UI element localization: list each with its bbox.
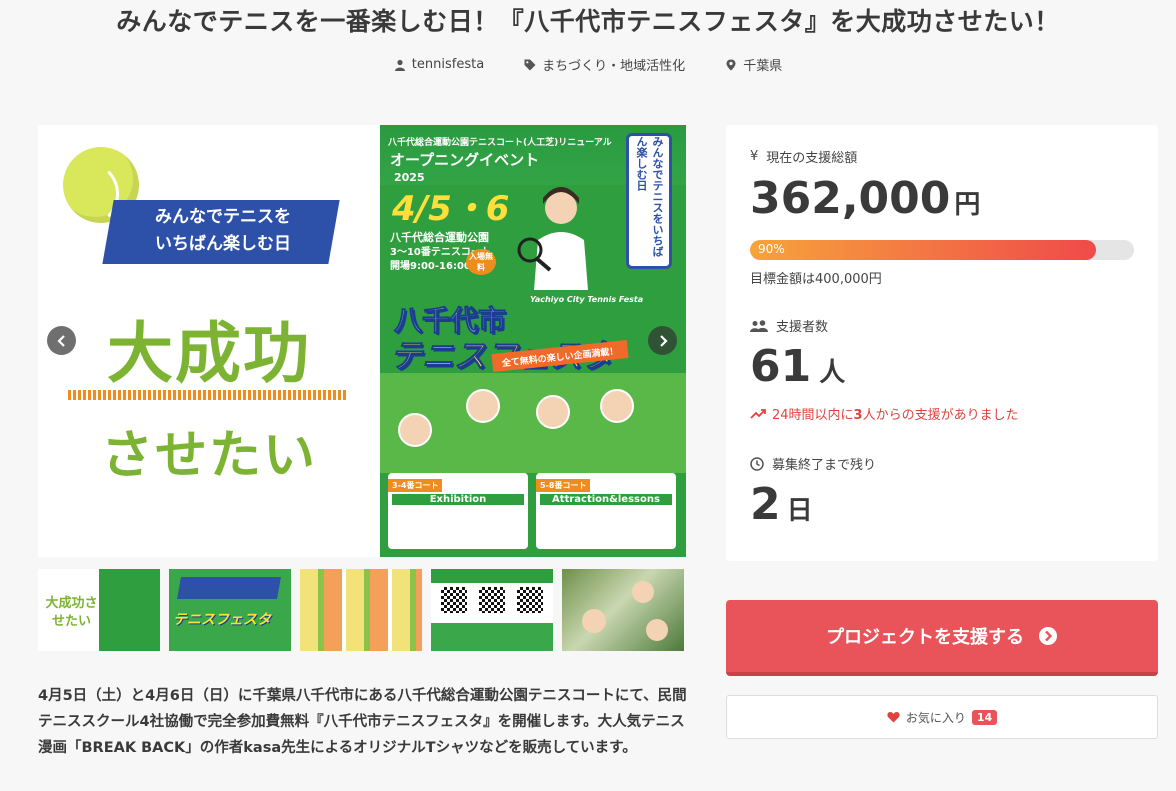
- category-link[interactable]: まちづくり・地域活性化: [524, 55, 685, 74]
- owner-name: tennisfesta: [411, 57, 485, 72]
- thumbnail-5[interactable]: [562, 569, 684, 651]
- supporters-row: 61 人: [750, 341, 845, 392]
- arrow-circle-right-icon: [1039, 627, 1057, 645]
- goal-text: 目標金額は400,000円: [750, 272, 882, 287]
- remaining-label: 募集終了まで残り: [772, 458, 877, 473]
- section-label-1: Exhibition: [392, 494, 524, 505]
- owner-link[interactable]: tennisfesta: [394, 55, 484, 74]
- project-description: 4月5日（土）と4月6日（日）に千葉県八千代市にある八千代総合運動公園テニスコー…: [38, 688, 687, 756]
- recent-suffix: 人からの支援がありました: [862, 408, 1019, 423]
- poster-city-en: Yachiyo City Tennis Festa: [530, 295, 644, 304]
- dotted-divider: [68, 390, 348, 400]
- funding-progress-bar: 90%: [750, 240, 1134, 260]
- chevron-right-icon: [659, 334, 668, 347]
- image-carousel[interactable]: みんなでテニスを いちばん楽しむ日 大成功 させたい 八千代総合運動公園テニスコ…: [38, 125, 686, 557]
- poster-event-name: オープニングイベント: [390, 151, 540, 169]
- entry-badge: 入場無料: [466, 249, 496, 275]
- poster-caption: 八千代総合運動公園テニスコート(人工芝)リニューアル: [388, 138, 612, 148]
- remaining-row: 2日: [750, 479, 813, 530]
- thumbnail-3[interactable]: [300, 569, 422, 651]
- thumbnail-1-text: 大成功させたい: [45, 596, 98, 629]
- favorite-label: お気に入り: [905, 710, 966, 725]
- location-name: 千葉県: [743, 59, 783, 74]
- thumbnail-2-text: テニスフェスタ: [173, 612, 271, 628]
- poster-vertical-banner: みんなでテニスをいちばん楽しむ日: [626, 133, 672, 269]
- users-icon: [750, 319, 768, 332]
- remaining-days: 2: [750, 479, 781, 530]
- user-icon: [394, 59, 405, 71]
- total-label: 現在の支援総額: [766, 151, 858, 166]
- poster-dates: 4/5・6: [392, 189, 510, 229]
- recent-count: 3: [853, 408, 863, 423]
- page-title: みんなでテニスを一番楽しむ日！『八千代市テニスフェスタ』を大成功させたい！: [116, 7, 1060, 36]
- location-link[interactable]: 千葉県: [725, 55, 782, 74]
- poster-section-attraction: 5-8番コート Attraction&lessons: [536, 473, 676, 549]
- total-unit: 円: [954, 190, 981, 220]
- stats-panel: ¥ 現在の支援総額 362,000 円 90% 目標金額は400,000円 支援者…: [726, 125, 1158, 561]
- thumbnail-strip: 大成功させたい テニスフェスタ: [38, 569, 684, 651]
- player-illustration: [516, 180, 606, 290]
- slide-heading-2: させたい: [100, 426, 317, 486]
- map-pin-icon: [726, 59, 736, 70]
- poster-people-area: [380, 373, 686, 473]
- supporters-label-row: 支援者数: [750, 316, 828, 335]
- banner-line1: みんなでテニスを: [155, 207, 291, 227]
- poster-hours: 開場9:00-16:00: [390, 261, 471, 272]
- thumbnail-2[interactable]: テニスフェスタ: [169, 569, 291, 651]
- supporters-unit: 人: [819, 358, 846, 388]
- progress-label: 90%: [758, 242, 785, 256]
- carousel-prev-button[interactable]: [47, 326, 76, 355]
- recent-prefix: 24時間以内に: [772, 408, 854, 423]
- court-label-1: 3-4番コート: [388, 479, 443, 492]
- heart-icon: [887, 712, 900, 723]
- slide-poster: 八千代総合運動公園テニスコート(人工芝)リニューアル オープニングイベント 20…: [380, 125, 686, 557]
- tag-icon: [524, 59, 536, 70]
- thumbnail-4[interactable]: [431, 569, 553, 651]
- clock-icon: [750, 456, 764, 471]
- banner-text: みんなでテニスを いちばん楽しむ日: [118, 204, 328, 258]
- chevron-left-icon: [56, 334, 65, 347]
- supporters-label: 支援者数: [776, 320, 829, 335]
- category-name: まちづくり・地域活性化: [542, 59, 686, 74]
- total-label-row: ¥ 現在の支援総額: [750, 147, 857, 166]
- favorite-count-badge: 14: [971, 709, 998, 725]
- poster-section-exhibition: 3-4番コート Exhibition: [388, 473, 528, 549]
- slide-image-left: みんなでテニスを いちばん楽しむ日 大成功 させたい: [38, 125, 380, 557]
- favorite-button[interactable]: お気に入り 14: [726, 695, 1158, 739]
- total-amount: 362,000: [750, 173, 951, 224]
- recent-support-note: 24時間以内に3人からの支援がありました: [750, 404, 1019, 423]
- thumbnail-1[interactable]: 大成功させたい: [38, 569, 160, 651]
- progress-fill: [750, 240, 1096, 260]
- banner-line2: いちばん楽しむ日: [155, 234, 291, 254]
- supporters-count: 61: [750, 341, 812, 392]
- court-label-2: 5-8番コート: [536, 479, 591, 492]
- remaining-unit: 日: [786, 496, 813, 526]
- remaining-label-row: 募集終了まで残り: [750, 454, 876, 473]
- project-meta: tennisfesta まちづくり・地域活性化 千葉県: [0, 55, 1176, 74]
- yen-icon: ¥: [750, 149, 759, 164]
- trending-up-icon: [750, 408, 766, 419]
- support-project-button[interactable]: プロジェクトを支援する: [726, 600, 1158, 676]
- section-label-2: Attraction&lessons: [540, 494, 672, 505]
- support-button-label: プロジェクトを支援する: [826, 627, 1024, 648]
- total-amount-row: 362,000 円: [750, 173, 980, 224]
- slide-heading-1: 大成功: [107, 315, 311, 392]
- carousel-next-button[interactable]: [648, 326, 677, 355]
